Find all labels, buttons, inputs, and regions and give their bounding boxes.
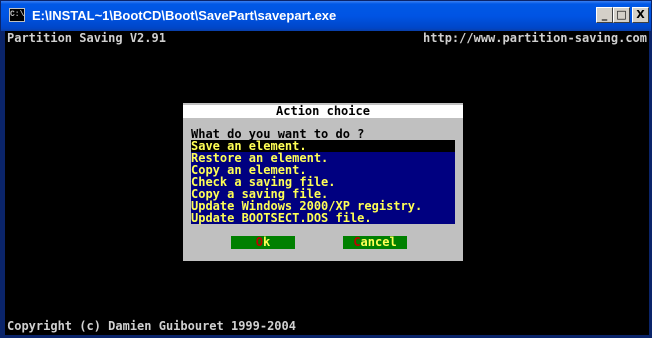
ok-hotkey: O <box>255 235 263 249</box>
title-bar[interactable]: C:\ E:\INSTAL~1\BootCD\Boot\SavePart\sav… <box>1 1 651 31</box>
console-icon[interactable]: C:\ <box>9 8 25 22</box>
console-area: Partition Saving V2.91 http://www.partit… <box>5 31 649 335</box>
action-choice-dialog: Action choice What do you want to do ? S… <box>183 103 463 261</box>
cancel-hotkey: C <box>353 235 361 249</box>
cancel-button[interactable]: Cancel <box>343 236 407 249</box>
website-url: http://www.partition-saving.com <box>423 31 647 45</box>
ok-label: k <box>263 235 271 249</box>
console-window: C:\ E:\INSTAL~1\BootCD\Boot\SavePart\sav… <box>0 0 652 338</box>
action-update-bootsect[interactable]: Update BOOTSECT.DOS file. <box>191 212 455 224</box>
action-list[interactable]: Save an element. Restore an element. Cop… <box>191 140 455 224</box>
minimize-button[interactable]: _ <box>596 7 613 23</box>
ok-button[interactable]: Ok <box>231 236 295 249</box>
window-title: E:\INSTAL~1\BootCD\Boot\SavePart\savepar… <box>32 8 337 23</box>
close-button[interactable]: X <box>632 7 649 23</box>
app-name: Partition Saving V2.91 <box>7 31 166 45</box>
cancel-label: ancel <box>360 235 397 249</box>
dialog-title: Action choice <box>183 105 463 118</box>
copyright-line: Copyright (c) Damien Guibouret 1999-2004 <box>7 319 296 333</box>
maximize-button[interactable]: □ <box>613 7 630 23</box>
